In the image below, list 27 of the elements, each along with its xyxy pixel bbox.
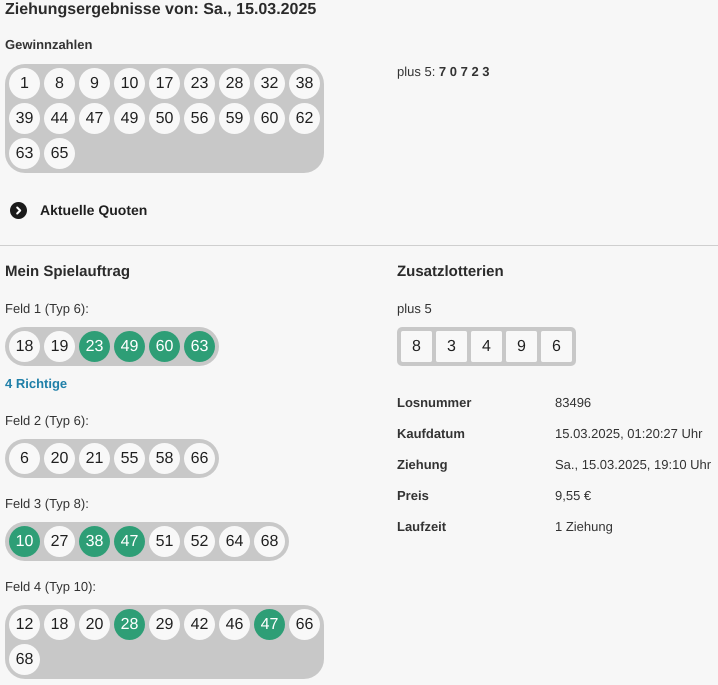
detail-value: 15.03.2025, 01:20:27 Uhr: [555, 425, 702, 444]
field-label: Feld 2 (Typ 6):: [5, 412, 90, 430]
match-count: 4 Richtige: [5, 375, 68, 393]
field-label: Feld 4 (Typ 10):: [5, 578, 98, 596]
digit-tile: 9: [506, 331, 537, 362]
detail-label: Losnummer: [397, 394, 472, 412]
lottery-name: plus 5: [397, 300, 433, 318]
detail-label: Laufzeit: [397, 518, 448, 536]
section-heading: Mein Spielauftrag: [5, 262, 132, 282]
section-label: Gewinnzahlen: [5, 36, 94, 54]
detail-label: Kaufdatum: [397, 425, 466, 444]
detail-value: 9,55 €: [555, 486, 592, 505]
field-label: Feld 1 (Typ 6):: [5, 300, 90, 318]
section-heading: Zusatzlotterien: [397, 262, 505, 282]
quotes-toggle[interactable]: Aktuelle Quoten: [10, 200, 148, 220]
detail-label: Preis: [397, 486, 430, 505]
digit-tile: 4: [471, 331, 502, 362]
detail-label: Ziehung: [397, 456, 449, 474]
detail-value: Sa., 15.03.2025, 19:10 Uhr: [555, 456, 712, 474]
digit-tile: 8: [401, 331, 432, 362]
plus5-result: plus 5: 7 0 7 2 3: [397, 63, 491, 81]
field-label: Feld 3 (Typ 8):: [5, 495, 90, 513]
digit-tile: 6: [541, 331, 572, 362]
digit-tile: 3: [436, 331, 467, 362]
detail-value: 83496: [555, 394, 592, 412]
detail-value: 1 Ziehung: [555, 518, 613, 536]
page-title: Ziehungsergebnisse von: Sa., 15.03.2025: [5, 0, 318, 20]
